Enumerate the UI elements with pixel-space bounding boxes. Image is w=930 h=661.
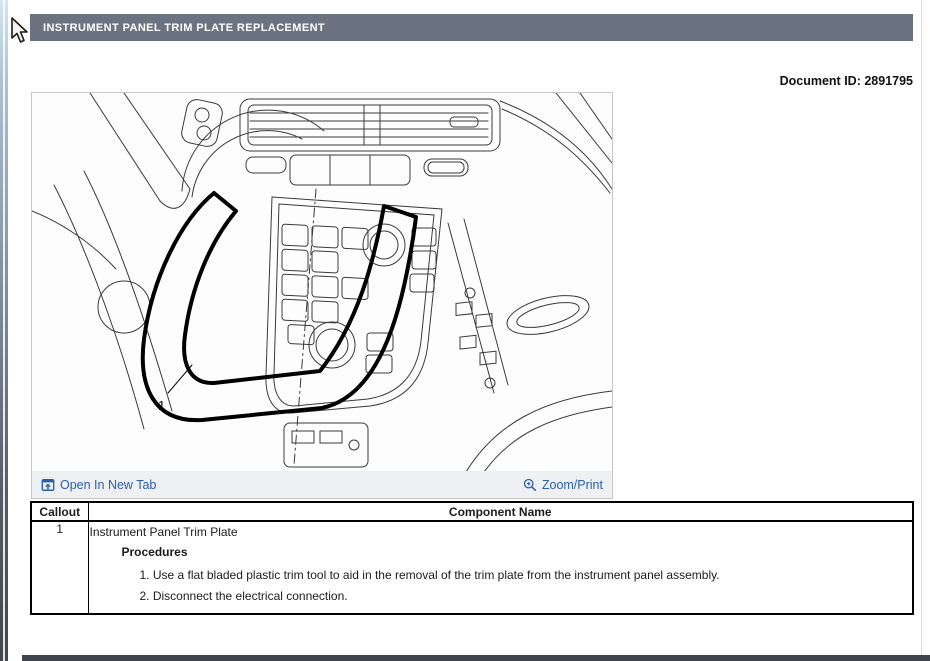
table-header-row: Callout Component Name xyxy=(30,501,914,522)
mouse-cursor-icon xyxy=(11,17,28,43)
component-table: Callout Component Name 1 Instrument Pane… xyxy=(30,501,914,615)
open-in-new-tab-label: Open In New Tab xyxy=(60,477,157,492)
trim-plate-diagram[interactable]: 1 xyxy=(32,93,612,471)
procedure-step: 1. Use a flat bladed plastic trim tool t… xyxy=(139,568,720,582)
content-right-border xyxy=(921,0,922,661)
component-name-column-header: Component Name xyxy=(87,501,914,522)
open-in-new-tab-link[interactable]: Open In New Tab xyxy=(41,478,156,492)
next-section-bar xyxy=(22,655,930,661)
procedure-step: 2. Disconnect the electrical connection. xyxy=(139,589,348,603)
zoom-print-link[interactable]: Zoom/Print xyxy=(523,478,603,492)
component-cell: Instrument Panel Trim Plate Procedures 1… xyxy=(87,520,914,615)
section-title: INSTRUMENT PANEL TRIM PLATE REPLACEMENT xyxy=(43,21,326,34)
table-row: 1 Instrument Panel Trim Plate Procedures… xyxy=(30,520,914,615)
zoom-magnifier-icon xyxy=(523,478,537,491)
callout-value: 1 xyxy=(30,520,89,615)
component-name: Instrument Panel Trim Plate xyxy=(89,525,238,539)
open-in-new-tab-icon xyxy=(41,478,55,491)
window-edge-highlight xyxy=(3,0,5,661)
background-window-edge xyxy=(0,0,8,661)
document-id: Document ID: 2891795 xyxy=(779,74,913,88)
zoom-print-label: Zoom/Print xyxy=(541,477,603,492)
procedures-heading: Procedures xyxy=(121,545,188,559)
callout-column-header: Callout xyxy=(30,501,89,522)
figure-toolbar: Open In New Tab Zoom/Print xyxy=(32,471,612,498)
section-header-bar: INSTRUMENT PANEL TRIM PLATE REPLACEMENT xyxy=(30,14,913,41)
instrument-panel-line-art: 1 xyxy=(32,93,612,471)
diagram-callout-1: 1 xyxy=(158,398,165,413)
figure-container: 1 Open In New Tab Zoom/Print xyxy=(31,92,613,499)
